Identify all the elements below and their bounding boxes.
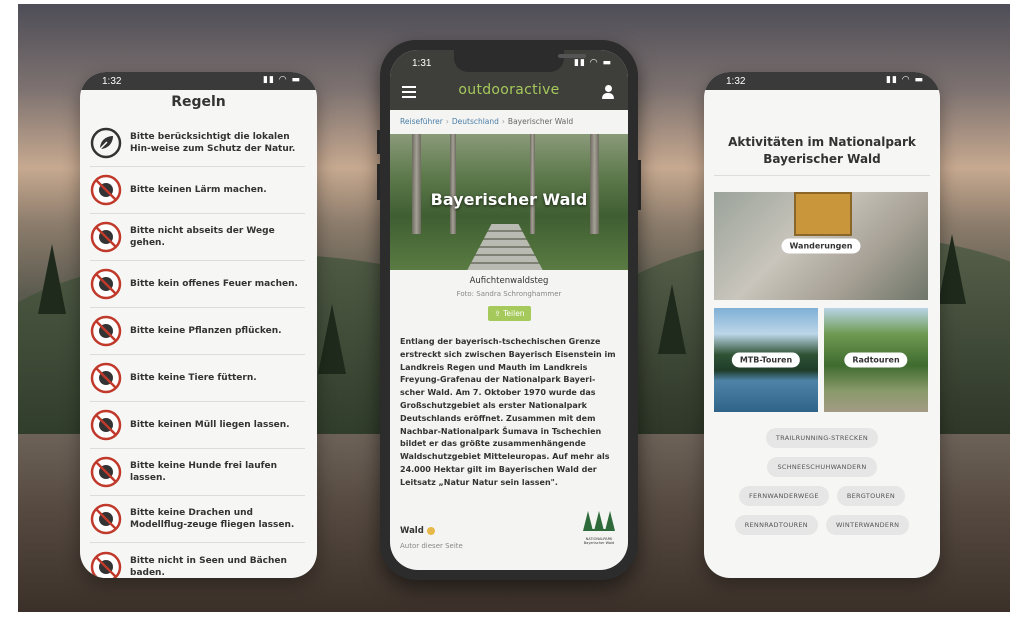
tree-silhouette: [658, 284, 686, 354]
author-name-text[interactable]: Wald: [400, 526, 424, 536]
breadcrumb-separator: ›: [501, 117, 505, 126]
hero-title: Bayerischer Wald: [430, 190, 588, 209]
rule-text: Bitte berücksichtigt die lokalen Hin-wei…: [130, 132, 296, 154]
no-drones-icon: [90, 503, 122, 535]
notch: [764, 72, 880, 86]
nationalpark-logo: NATIONALPARK Bayerischer Wald: [580, 509, 618, 545]
tile-radtouren[interactable]: Radtouren: [824, 308, 928, 412]
no-noise-icon: [90, 174, 122, 206]
no-picking-plants-icon: [90, 315, 122, 347]
page-title: Aktivitäten im Nationalpark Bayerischer …: [728, 135, 916, 166]
volume-button: [377, 130, 380, 154]
tile-label: Radtouren: [844, 352, 908, 368]
rule-text: Bitte nicht in Seen und Bächen baden.: [130, 555, 287, 578]
tree-trunk: [590, 134, 599, 234]
tree-trunk: [530, 134, 535, 234]
no-swimming-icon: [90, 551, 122, 578]
leaf-icon: [90, 127, 122, 159]
author-name[interactable]: Wald: [400, 526, 435, 536]
phone-article: 1:31 ▮▮ ◠ ▬ outdooractive Reiseführer › De…: [390, 50, 628, 570]
activity-chip[interactable]: BERGTOUREN: [836, 486, 906, 506]
author-role: Autor dieser Seite: [400, 542, 463, 550]
list-item: Bitte keine Tiere füttern.: [90, 355, 305, 402]
app-bar: outdooractive: [390, 76, 628, 110]
brand-logo[interactable]: outdooractive: [390, 82, 628, 98]
tree-silhouette: [938, 234, 966, 304]
rule-text: Bitte keine Drachen und Modellflug-zeuge…: [130, 508, 295, 530]
list-item: Bitte kein offenes Feuer machen.: [90, 261, 305, 308]
tree-trunk: [412, 134, 421, 234]
chip-row: RENNRADTOUREN WINTERWANDERN: [714, 515, 930, 535]
hero-image[interactable]: Bayerischer Wald: [390, 134, 628, 270]
no-fire-icon: [90, 268, 122, 300]
trail-sign: [794, 192, 852, 236]
rule-text: Bitte nicht abseits der Wege gehen.: [130, 226, 275, 248]
activity-chip[interactable]: SCHNEESCHUHWANDERN: [767, 457, 877, 477]
volume-button: [377, 164, 380, 200]
image-credit: Foto: Sandra Schronghammer: [456, 290, 562, 298]
activity-chip[interactable]: WINTERWANDERN: [825, 515, 910, 535]
breadcrumb: Reiseführer › Deutschland › Bayerischer Wald: [400, 117, 573, 126]
speaker: [558, 54, 586, 58]
status-icons: ▮▮ ◠ ▬: [263, 75, 301, 85]
breadcrumb-current: Bayerischer Wald: [507, 117, 574, 126]
phone-rules: 1:32 ▮▮ ◠ ▬ Regeln Bitte berücksichtigt …: [80, 72, 317, 578]
breadcrumb-link[interactable]: Reiseführer: [400, 117, 443, 126]
rules-list: Bitte berücksichtigt die lokalen Hin-wei…: [90, 120, 305, 578]
power-button: [638, 160, 641, 210]
boardwalk: [460, 224, 550, 270]
rule-text: Bitte kein offenes Feuer machen.: [130, 279, 298, 289]
rule-text: Bitte keine Tiere füttern.: [130, 373, 257, 383]
breadcrumb-separator: ›: [445, 117, 449, 126]
no-feeding-animals-icon: [90, 362, 122, 394]
status-time: 1:31: [412, 58, 432, 69]
status-icons: ▮▮ ◠ ▬: [574, 58, 612, 68]
notch: [454, 50, 586, 72]
rule-text: Bitte keine Pflanzen pflücken.: [130, 326, 282, 336]
rule-text: Bitte keinen Lärm machen.: [130, 185, 267, 195]
tile-label: Wanderungen: [781, 238, 861, 254]
phone-activities: 1:32 ▮▮ ◠ ▬ Aktivitäten im Nationalpark …: [704, 72, 940, 578]
list-item: Bitte keine Drachen und Modellflug-zeuge…: [90, 496, 305, 543]
user-icon[interactable]: [602, 85, 614, 99]
list-item: Bitte keinen Müll liegen lassen.: [90, 402, 305, 449]
status-icons: ▮▮ ◠ ▬: [886, 75, 924, 85]
author-badge-icon: [426, 526, 435, 535]
chip-row: TRAILRUNNING-STRECKEN: [714, 428, 930, 448]
nationalpark-logo-icon: [583, 511, 615, 531]
status-time: 1:32: [102, 76, 122, 87]
tree-silhouette: [38, 244, 66, 314]
no-litter-icon: [90, 409, 122, 441]
chip-row: FERNWANDERWEGE BERGTOUREN: [714, 486, 930, 506]
list-item: Bitte berücksichtigt die lokalen Hin-wei…: [90, 120, 305, 167]
chip-row: SCHNEESCHUHWANDERN: [714, 457, 930, 477]
tree-trunk: [450, 134, 456, 234]
logo-caption: NATIONALPARK Bayerischer Wald: [583, 537, 615, 545]
activity-chips: TRAILRUNNING-STRECKEN SCHNEESCHUHWANDERN F…: [714, 428, 930, 544]
status-time: 1:32: [726, 76, 746, 87]
activity-chip[interactable]: FERNWANDERWEGE: [738, 486, 829, 506]
image-caption: Aufichtenwaldsteg: [469, 276, 549, 286]
list-item: Bitte keine Pflanzen pflücken.: [90, 308, 305, 355]
notch: [140, 72, 256, 86]
divider: [714, 175, 930, 176]
breadcrumb-link[interactable]: Deutschland: [452, 117, 499, 126]
page-title: Regeln: [171, 94, 226, 110]
article-body: Entlang der bayerisch-tschechischen Gren…: [400, 337, 616, 487]
list-item: Bitte nicht in Seen und Bächen baden.: [90, 543, 305, 578]
tile-wanderungen[interactable]: Wanderungen: [714, 192, 928, 300]
tile-label: MTB-Touren: [731, 352, 801, 368]
share-button[interactable]: ⇪ Teilen: [488, 306, 531, 321]
list-item: Bitte keine Hunde frei laufen lassen.: [90, 449, 305, 496]
rule-text: Bitte keine Hunde frei laufen lassen.: [130, 461, 278, 483]
tree-silhouette: [318, 304, 346, 374]
rule-text: Bitte keinen Müll liegen lassen.: [130, 420, 290, 430]
activity-chip[interactable]: RENNRADTOUREN: [734, 515, 818, 535]
activity-chip[interactable]: TRAILRUNNING-STRECKEN: [765, 428, 879, 448]
no-offtrail-icon: [90, 221, 122, 253]
tile-mtb-touren[interactable]: MTB-Touren: [714, 308, 818, 412]
list-item: Bitte nicht abseits der Wege gehen.: [90, 214, 305, 261]
list-item: Bitte keinen Lärm machen.: [90, 167, 305, 214]
no-dogs-off-leash-icon: [90, 456, 122, 488]
